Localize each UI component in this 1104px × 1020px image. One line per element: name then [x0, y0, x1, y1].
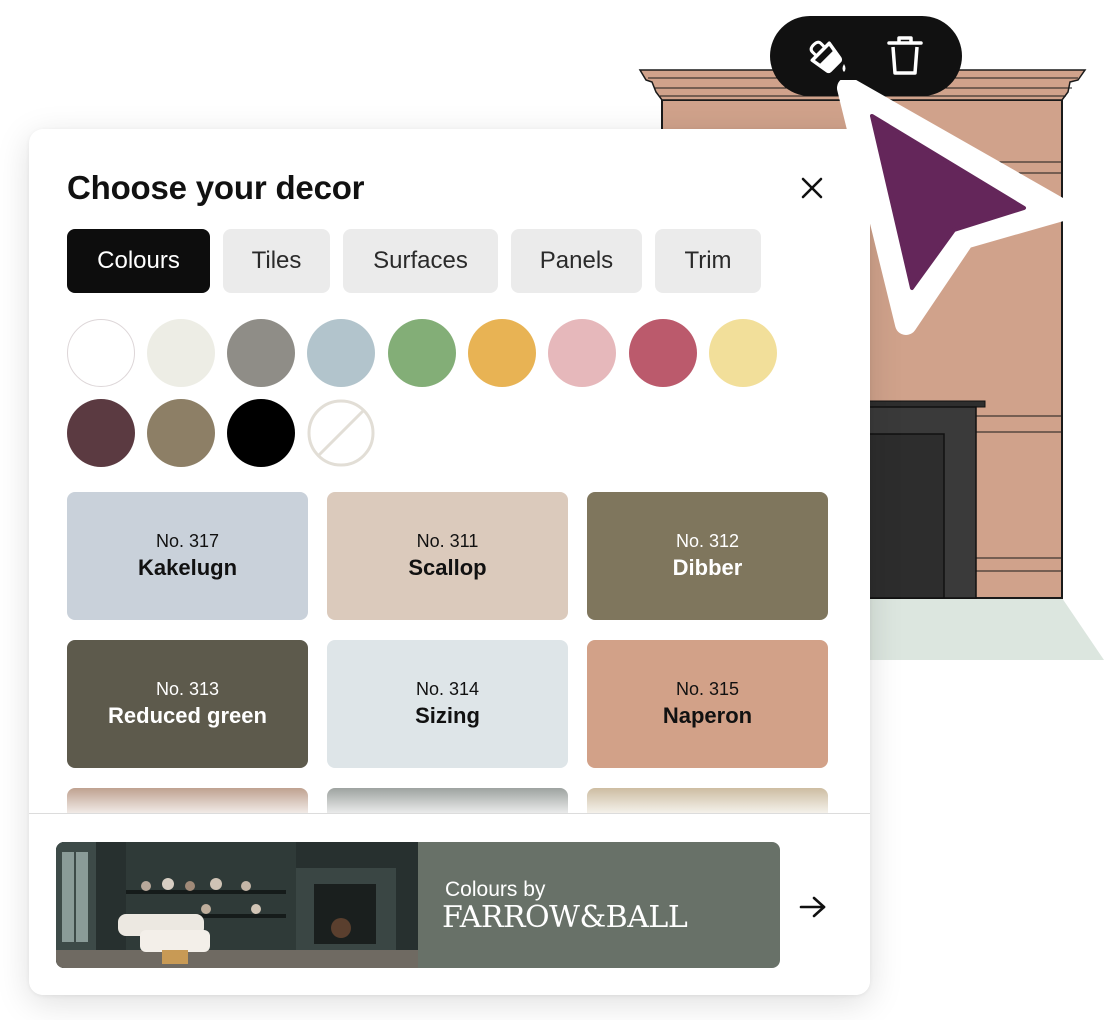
card-name: Sizing [415, 703, 480, 728]
swatch-none[interactable] [307, 399, 375, 467]
panel-footer: Colours by FARROW&BALL [29, 813, 870, 995]
scroll-fade [29, 769, 870, 815]
swatch-taupe[interactable] [147, 399, 215, 467]
swatch-blue[interactable] [307, 319, 375, 387]
interior-photo [56, 842, 418, 968]
swatch-aubergine[interactable] [67, 399, 135, 467]
colour-card-314[interactable]: No. 314 Sizing [327, 640, 568, 768]
colour-card-317[interactable]: No. 317 Kakelugn [67, 492, 308, 620]
card-number: No. 315 [675, 679, 740, 699]
panel-title: Choose your decor [67, 169, 365, 206]
colour-card-311[interactable]: No. 311 Scallop [327, 492, 568, 620]
card-name: Kakelugn [137, 555, 238, 580]
swatch-red[interactable] [629, 319, 697, 387]
tab-colours[interactable]: Colours [67, 229, 210, 293]
pointer-arrow-icon [837, 80, 1073, 335]
card-number: No. 312 [675, 531, 740, 551]
close-button[interactable] [797, 173, 827, 203]
colour-card-313[interactable]: No. 313 Reduced green [67, 640, 308, 768]
swatch-yellow[interactable] [468, 319, 536, 387]
card-name: Naperon [662, 703, 753, 728]
card-name: Reduced green [108, 703, 267, 728]
decor-panel: Choose your decor Colours Tiles Surfaces… [29, 129, 870, 995]
swatch-black[interactable] [227, 399, 295, 467]
card-number: No. 313 [155, 679, 220, 699]
farrow-ball-logo: FARROW&BALL [442, 900, 688, 935]
close-icon [801, 177, 823, 199]
swatch-green[interactable] [388, 319, 456, 387]
farrow-ball-banner[interactable]: Colours by FARROW&BALL [56, 842, 780, 968]
paint-fill-button[interactable] [799, 28, 855, 84]
card-number: No. 311 [416, 531, 479, 551]
floor [852, 598, 1104, 660]
fireplace [859, 400, 986, 599]
swatch-pink[interactable] [548, 319, 616, 387]
card-number: No. 317 [155, 531, 220, 551]
colour-card-315[interactable]: No. 315 Naperon [587, 640, 828, 768]
arrow-right-icon [799, 896, 826, 918]
swatch-pale-yellow[interactable] [709, 319, 777, 387]
tab-panels[interactable]: Panels [511, 229, 642, 293]
no-colour-icon [307, 399, 375, 467]
card-name: Dibber [672, 555, 743, 580]
tab-surfaces[interactable]: Surfaces [343, 229, 498, 293]
paint-bucket-icon [809, 40, 846, 74]
swatch-grey[interactable] [227, 319, 295, 387]
tab-tiles[interactable]: Tiles [223, 229, 330, 293]
banner-arrow-button[interactable] [795, 889, 831, 925]
card-name: Scallop [408, 555, 487, 580]
colours-by-label: Colours by [445, 878, 546, 901]
swatch-white[interactable] [67, 319, 135, 387]
card-number: No. 314 [415, 679, 480, 699]
trash-icon [887, 36, 923, 75]
swatch-off-white[interactable] [147, 319, 215, 387]
delete-button[interactable] [877, 28, 933, 84]
tab-trim[interactable]: Trim [655, 229, 761, 293]
colour-card-312[interactable]: No. 312 Dibber [587, 492, 828, 620]
